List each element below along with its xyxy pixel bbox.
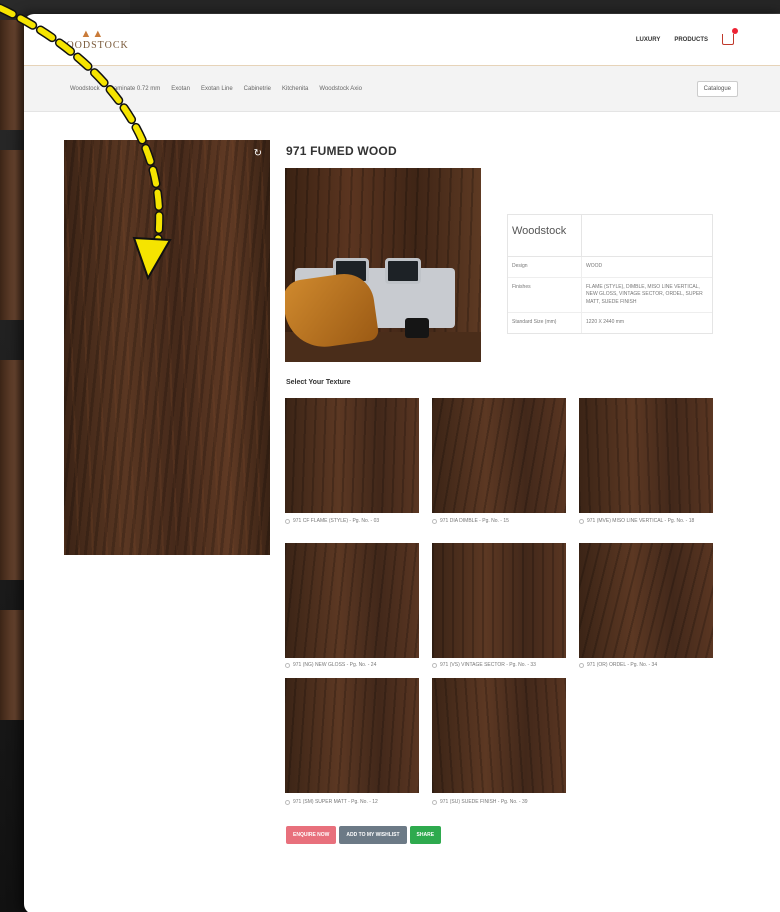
- texture-label: 971 (SU) SUEDE FINISH - Pg. No. - 39: [440, 799, 528, 805]
- add-to-wishlist-button[interactable]: ADD TO MY WISHLIST: [339, 826, 407, 844]
- texture-label: 971 (MVE) MISO LINE VERTICAL - Pg. No. -…: [587, 518, 695, 524]
- spec-value: WOOD: [586, 263, 603, 269]
- texture-option[interactable]: 971 (NG) NEW GLOSS - Pg. No. - 24: [285, 662, 425, 669]
- texture-label: 971 (SM) SUPER MATT - Pg. No. - 12: [293, 799, 378, 805]
- spec-key: Design: [508, 257, 582, 277]
- radio-icon[interactable]: [579, 519, 584, 524]
- radio-icon[interactable]: [432, 663, 437, 668]
- radio-icon[interactable]: [285, 800, 290, 805]
- texture-option[interactable]: 971 CF FLAME (STYLE) - Pg. No. - 03: [285, 518, 425, 525]
- enquire-now-button[interactable]: ENQUIRE NOW: [286, 826, 337, 844]
- texture-option[interactable]: 971 (VS) VINTAGE SECTOR - Pg. No. - 33: [432, 662, 572, 669]
- spec-key: Finishes: [508, 277, 582, 312]
- radio-icon[interactable]: [432, 800, 437, 805]
- spec-row: Design WOOD: [508, 257, 712, 278]
- texture-swatch[interactable]: [285, 678, 419, 793]
- texture-label: 971 (OR) ORDEL - Pg. No. - 34: [587, 662, 658, 668]
- product-page-window: ▲▲ WOODSTOCK LUXURY PRODUCTS Woodstock L…: [24, 14, 780, 912]
- spec-row: Finishes FLAME (STYLE), DIMBLE, MISO LIN…: [508, 277, 712, 313]
- rotate-icon[interactable]: ↻: [254, 148, 262, 159]
- texture-option[interactable]: 971 (OR) ORDEL - Pg. No. - 34: [579, 662, 719, 669]
- radio-icon[interactable]: [285, 663, 290, 668]
- texture-option[interactable]: 971 (SM) SUPER MATT - Pg. No. - 12: [285, 799, 425, 806]
- texture-swatch[interactable]: [579, 398, 713, 513]
- texture-swatch[interactable]: [285, 398, 419, 513]
- texture-heading: Select Your Texture: [286, 379, 351, 386]
- room-bag: [405, 318, 429, 338]
- texture-label: 971 DIA DIMBLE - Pg. No. - 15: [440, 518, 509, 524]
- texture-label: 971 (NG) NEW GLOSS - Pg. No. - 24: [293, 662, 377, 668]
- texture-swatch[interactable]: [432, 398, 566, 513]
- texture-swatch[interactable]: [579, 543, 713, 658]
- product-title: 971 FUMED WOOD: [286, 144, 397, 158]
- room-preview-image: [285, 168, 481, 362]
- texture-swatch[interactable]: [432, 678, 566, 793]
- spec-value: FLAME (STYLE), DIMBLE, MISO LINE VERTICA…: [586, 283, 703, 305]
- texture-label: 971 CF FLAME (STYLE) - Pg. No. - 03: [293, 518, 380, 524]
- product-spec-table: Woodstock Design WOOD Finishes FLAME (ST…: [507, 214, 713, 334]
- texture-swatch[interactable]: [432, 543, 566, 658]
- texture-label: 971 (VS) VINTAGE SECTOR - Pg. No. - 33: [440, 662, 536, 668]
- radio-icon[interactable]: [579, 663, 584, 668]
- radio-icon[interactable]: [432, 519, 437, 524]
- background-window-bar: [130, 0, 780, 14]
- spec-brand: Woodstock: [508, 215, 582, 256]
- texture-option[interactable]: 971 DIA DIMBLE - Pg. No. - 15: [432, 518, 572, 525]
- room-pillow: [385, 258, 421, 284]
- spec-row: Standard Size (mm) 1220 X 2440 mm: [508, 313, 712, 333]
- action-buttons: ENQUIRE NOW ADD TO MY WISHLIST SHARE: [286, 826, 442, 844]
- spec-value: 1220 X 2440 mm: [586, 319, 625, 325]
- radio-icon[interactable]: [285, 519, 290, 524]
- texture-option[interactable]: 971 (MVE) MISO LINE VERTICAL - Pg. No. -…: [579, 518, 719, 525]
- product-content: ↻ 971 FUMED WOOD Woodstock Design WOOD F…: [24, 14, 780, 912]
- share-button[interactable]: SHARE: [409, 826, 442, 844]
- texture-swatch[interactable]: [285, 543, 419, 658]
- texture-option[interactable]: 971 (SU) SUEDE FINISH - Pg. No. - 39: [432, 799, 572, 806]
- main-texture-preview[interactable]: ↻: [64, 140, 270, 555]
- spec-key: Standard Size (mm): [508, 313, 582, 333]
